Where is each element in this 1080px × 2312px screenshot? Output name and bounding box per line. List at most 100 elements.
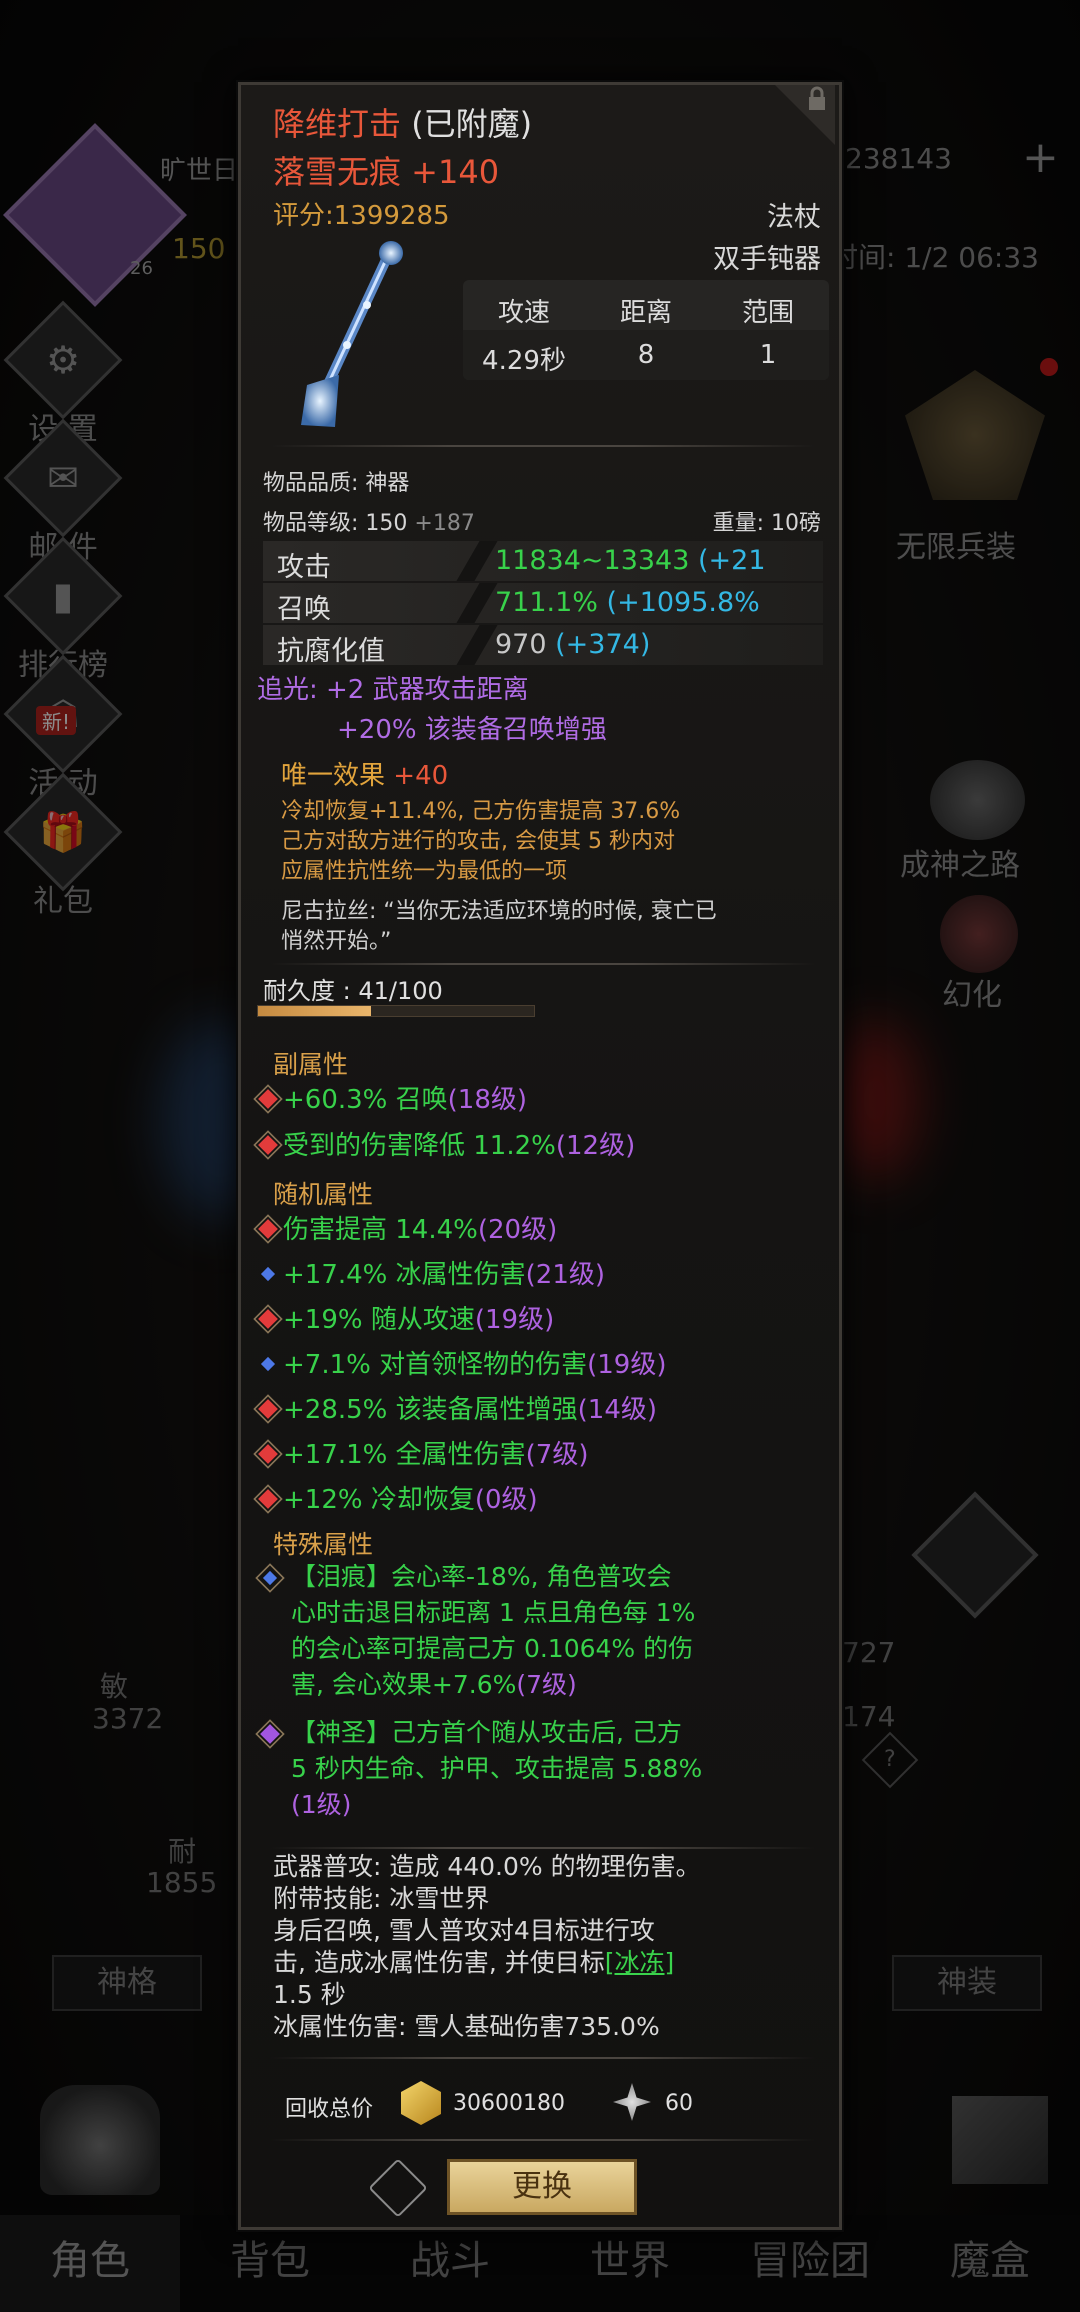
freeze-link[interactable]: [冰冻] xyxy=(605,1948,675,1977)
skill-line: 1.5 秒 xyxy=(273,1980,346,2009)
swap-button[interactable]: 更换 xyxy=(447,2159,637,2215)
special-text: 害, 会心效果+7.6% xyxy=(291,1670,517,1699)
enchant-line-1: 追光: +2 武器攻击距离 xyxy=(257,675,529,705)
attr-row: +17.1% 全属性伤害(7级) xyxy=(253,1434,589,1471)
special-line: 心时击退目标距离 1 点且角色每 1% xyxy=(291,1598,696,1627)
share-icon[interactable] xyxy=(368,2158,428,2218)
item-level-text: 物品等级: 150 xyxy=(263,511,408,536)
attr-text: +28.5% 该装备属性增强 xyxy=(283,1395,578,1425)
red-gem-icon xyxy=(253,1394,283,1424)
item-level-bonus: +187 xyxy=(414,511,475,536)
attr-row: 受到的伤害降低 11.2%(12级) xyxy=(253,1125,636,1162)
durability-bar xyxy=(257,1005,535,1017)
attr-level: (12级) xyxy=(555,1131,636,1161)
attr-row: +12% 冷却恢复(0级) xyxy=(253,1479,538,1516)
item-detail-panel: 降维打击 (已附魔) 落雪无痕 +140 评分:1399285 法杖 双手钝器 … xyxy=(238,82,842,2230)
attr-row: +7.1% 对首领怪物的伤害(19级) xyxy=(255,1344,666,1381)
attr-text: +60.3% 召唤 xyxy=(283,1085,448,1115)
special-line: 【神圣】己方首个随从攻击后, 己方 xyxy=(291,1718,682,1747)
divider xyxy=(271,445,815,447)
stat-value-base: 711.1% xyxy=(495,587,598,618)
unique-title-text: 唯一效果 xyxy=(281,761,386,791)
recycle-gold-value: 30600180 xyxy=(453,2091,565,2116)
attr-level: (21级) xyxy=(525,1260,606,1290)
attr-text: +12% 冷却恢复 xyxy=(283,1485,475,1515)
range-header: 距离 xyxy=(619,298,672,328)
stat-value-base: 970 xyxy=(495,629,547,660)
red-gem-icon xyxy=(253,1304,283,1334)
item-weight: 重量: 10磅 xyxy=(712,511,821,536)
stat-separator xyxy=(456,583,498,623)
weapon-class: 双手钝器 xyxy=(713,244,821,275)
attr-level: (0级) xyxy=(474,1485,538,1515)
attr-text: +7.1% 对首领怪物的伤害 xyxy=(283,1350,588,1380)
item-name: 降维打击 (已附魔) xyxy=(273,99,532,145)
crystal-icon xyxy=(613,2083,651,2121)
lore-line-1: 尼古拉丝: “当你无法适应环境的时候, 衰亡已 xyxy=(281,899,717,924)
stat-value: 711.1% (+1095.8% xyxy=(495,587,760,618)
gold-gem-icon xyxy=(401,2081,441,2125)
blue-gem-icon xyxy=(255,1351,281,1377)
special-line: 害, 会心效果+7.6%(7级) xyxy=(291,1667,831,1703)
unique-desc-2: 己方对敌方进行的攻击, 会使其 5 秒内对 xyxy=(281,829,675,854)
attr-row: +17.4% 冰属性伤害(21级) xyxy=(255,1254,605,1291)
stat-row-attack: 攻击 11834~13343 (+21 xyxy=(263,541,823,583)
skill-line: 附带技能: 冰雪世界 xyxy=(273,1884,490,1913)
stat-separator xyxy=(456,625,498,665)
attr-text: 伤害提高 14.4% xyxy=(283,1215,478,1245)
skill-line: 击, 造成冰属性伤害, 并使目标[冰冻] xyxy=(273,1947,833,1979)
special-gem-icon xyxy=(255,1719,285,1749)
lock-icon[interactable] xyxy=(775,85,835,145)
attr-row: +28.5% 该装备属性增强(14级) xyxy=(253,1389,657,1426)
sub-attr-title: 副属性 xyxy=(273,1050,349,1079)
divider xyxy=(271,2057,815,2059)
attr-row: 伤害提高 14.4%(20级) xyxy=(253,1209,557,1246)
stat-value-base: 11834~13343 xyxy=(495,545,690,576)
stat-value: 11834~13343 (+21 xyxy=(495,545,766,576)
red-gem-icon xyxy=(253,1439,283,1469)
attr-level: (18级) xyxy=(447,1085,528,1115)
special-attr-tearmark: 【泪痕】会心率-18%, 角色普攻会 心时击退目标距离 1 点且角色每 1% 的… xyxy=(291,1559,831,1703)
staff-weapon-icon xyxy=(287,235,427,435)
lore-line-2: 悄然开始。” xyxy=(281,929,392,954)
attr-row: +60.3% 召唤(18级) xyxy=(253,1079,528,1116)
enchant-tag: (已附魔) xyxy=(411,105,533,143)
area-header: 范围 xyxy=(741,298,794,328)
item-name-text: 降维打击 xyxy=(273,105,402,143)
divider xyxy=(271,1847,815,1849)
recycle-crystal-value: 60 xyxy=(665,2091,693,2116)
red-gem-icon xyxy=(253,1084,283,1114)
attr-level: (19级) xyxy=(587,1350,667,1380)
skill-line: 冰属性伤害: 雪人基础伤害735.0% xyxy=(273,2012,660,2041)
skill-line: 身后召唤, 雪人普攻对4目标进行攻 xyxy=(273,1916,655,1945)
red-gem-icon xyxy=(253,1214,283,1244)
attr-text: 受到的伤害降低 11.2% xyxy=(283,1131,556,1161)
red-gem-icon xyxy=(253,1130,283,1160)
attr-row: +19% 随从攻速(19级) xyxy=(253,1299,555,1336)
divider xyxy=(271,2139,815,2141)
special-level: (7级) xyxy=(516,1670,577,1699)
divider xyxy=(271,963,815,965)
attack-speed-value: 4.29秒 xyxy=(482,346,566,376)
stat-label: 召唤 xyxy=(277,594,331,625)
unique-desc-3: 应属性抗性统一为最低的一项 xyxy=(281,859,568,884)
special-line: 的会心率可提高己方 0.1064% 的伤 xyxy=(291,1634,694,1663)
random-attr-title: 随机属性 xyxy=(273,1180,374,1209)
unique-desc-1: 冷却恢复+11.4%, 己方伤害提高 37.6% xyxy=(281,799,681,824)
special-attr-title: 特殊属性 xyxy=(273,1530,374,1559)
stat-value-bonus: (+1095.8% xyxy=(606,587,760,618)
item-score: 评分:1399285 xyxy=(273,201,450,231)
attr-level: (19级) xyxy=(474,1305,555,1335)
stat-value: 970 (+374) xyxy=(495,629,650,660)
skill-description: 武器普攻: 造成 440.0% 的物理伤害。 附带技能: 冰雪世界 身后召唤, … xyxy=(273,1851,833,2043)
blue-gem-icon xyxy=(255,1261,281,1287)
stat-value-bonus: (+374) xyxy=(555,629,651,660)
item-quality: 物品品质: 神器 xyxy=(263,471,410,496)
stat-label: 攻击 xyxy=(277,552,331,583)
special-line: 【泪痕】会心率-18%, 角色普攻会 xyxy=(291,1562,672,1591)
attack-speed-header: 攻速 xyxy=(497,298,550,328)
red-gem-icon xyxy=(253,1484,283,1514)
attr-level: (7级) xyxy=(525,1440,589,1470)
enchant-line-2: +20% 该装备召唤增强 xyxy=(337,715,607,745)
skill-line: 武器普攻: 造成 440.0% 的物理伤害。 xyxy=(273,1852,701,1881)
